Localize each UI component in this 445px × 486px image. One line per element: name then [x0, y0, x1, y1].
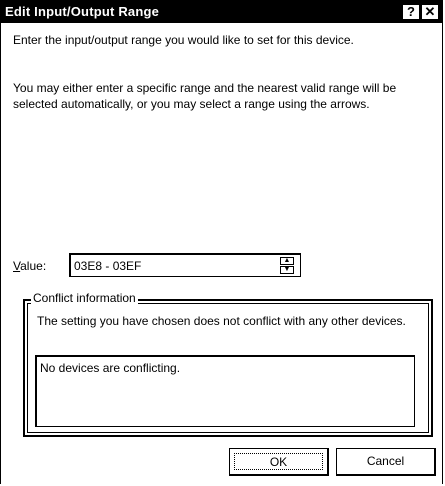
ok-button[interactable]: OK [229, 448, 329, 476]
spin-up-button[interactable]: ▲ [280, 257, 294, 265]
cancel-button[interactable]: Cancel [336, 448, 436, 476]
list-item[interactable]: No devices are conflicting. [40, 361, 180, 375]
value-text[interactable]: 03E8 - 03EF [74, 259, 141, 273]
question-mark-icon: ? [407, 4, 415, 19]
value-label: Value: [13, 259, 46, 273]
arrow-down-icon: ▼ [283, 266, 291, 273]
spin-down-button[interactable]: ▼ [280, 266, 294, 274]
edit-io-range-dialog: Edit Input/Output Range ? ✕ Enter the in… [0, 0, 443, 484]
close-button[interactable]: ✕ [421, 4, 439, 20]
dialog-title: Edit Input/Output Range [5, 4, 160, 19]
ok-focus-rect: OK [234, 453, 323, 470]
help-button[interactable]: ? [402, 4, 420, 20]
value-spinner[interactable]: ▲ ▼ [280, 257, 296, 275]
conflict-message: The setting you have chosen does not con… [37, 314, 406, 328]
arrow-up-icon: ▲ [283, 257, 291, 264]
value-label-rest: alue: [20, 259, 47, 273]
value-spin-field[interactable]: 03E8 - 03EF ▲ ▼ [69, 253, 301, 277]
conflict-listbox[interactable]: No devices are conflicting. [35, 355, 415, 427]
conflict-group-title: Conflict information [31, 291, 138, 305]
instruction-text-2: You may either enter a specific range an… [13, 81, 397, 111]
close-icon: ✕ [424, 4, 436, 19]
title-bar[interactable]: Edit Input/Output Range ? ✕ [1, 1, 442, 23]
instruction-text-1: Enter the input/output range you would l… [13, 33, 354, 47]
